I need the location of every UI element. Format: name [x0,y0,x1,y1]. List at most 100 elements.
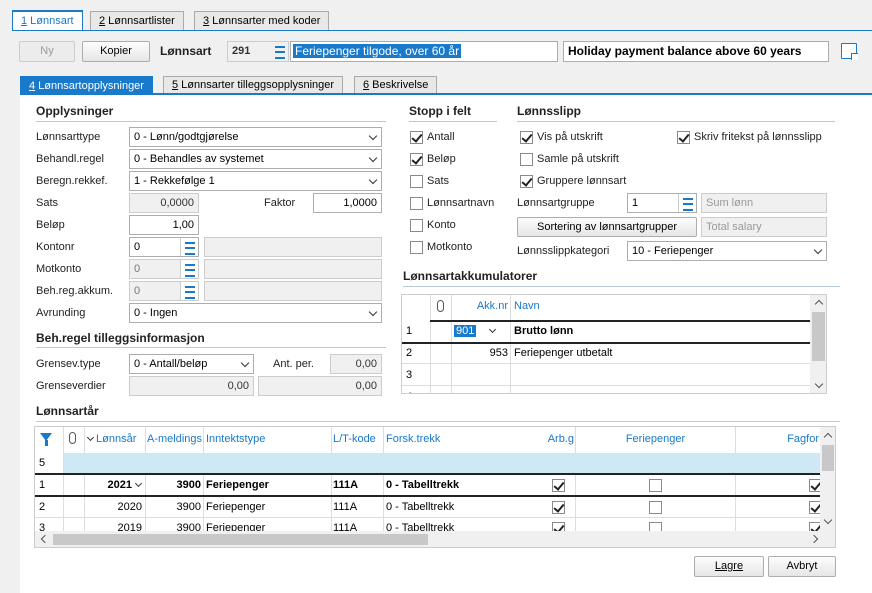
grenseverdier-label: Grenseverdier [36,380,106,392]
grid-line [510,295,511,393]
col-navn[interactable]: Navn [514,296,714,316]
vis-pa-utskrift-checkbox[interactable] [520,131,533,144]
akknr-cell[interactable]: 901 [454,321,508,341]
skriv-fritekst-checkbox[interactable] [677,131,690,144]
lonnsarar-table[interactable]: Lønnsår A-meldings Inntektstype L/T-kode… [34,426,836,548]
tab-lonnsartopplysninger[interactable]: 4 Lønnsartopplysninger [20,76,153,94]
forsk-cell: 0 - Tabelltrekk [386,479,460,491]
grid-line [203,427,204,531]
tab-lonnsarter-med-koder[interactable]: 3 Lønnsarter med koder [194,11,330,31]
lonnsart-name-field[interactable]: Feriepenger tilgode, over 60 år [290,41,558,62]
stopp-label: Sats [427,175,450,187]
stopp-sats-checkbox[interactable] [410,175,423,188]
beregn-label: Beregn.rekkef. [36,175,108,187]
scroll-left-icon[interactable] [40,534,50,544]
col-lonnsar[interactable]: Lønnsår [86,429,144,449]
behreg-lookup-icon[interactable] [180,282,198,300]
tab-underline [12,30,872,31]
lonnsslippkategori-select[interactable]: 10 - Feriepenger [627,241,827,261]
lonnsarar-hscrollbar[interactable] [35,531,835,547]
col-akknr[interactable]: Akk.nr [454,296,508,316]
tab-beskrivelse[interactable]: 6 Beskrivelse [354,76,438,94]
new-button[interactable]: Ny [19,41,75,62]
vis-pa-utskrift-label: Vis på utskrift [537,131,603,143]
feriepenger-checkbox[interactable] [649,479,662,492]
col-lt-kode[interactable]: L/T-kode [333,429,383,449]
arbg-checkbox[interactable] [552,501,565,514]
stopp-label: Konto [427,219,456,231]
sum-lonn-field: Sum lønn [701,193,827,213]
tab-tilleggsopplysninger[interactable]: 5 Lønnsarter tilleggsopplysninger [163,76,344,94]
save-button[interactable]: Lagre [694,556,764,577]
cancel-button[interactable]: Avbryt [768,556,836,577]
tab-lonnsartlister[interactable]: 2 Lønnsartlister [90,11,184,31]
col-fagfor[interactable]: Fagfor [737,429,819,449]
grensev-select[interactable]: 0 - Antall/beløp [129,354,254,374]
sortering-button[interactable]: Sortering av lønnsartgrupper [517,217,697,237]
behandl-select[interactable]: 0 - Behandles av systemet [129,149,382,169]
antper-field[interactable]: 0,00 [330,354,382,374]
save-label: Lagre [714,560,744,572]
stopp-antall-checkbox[interactable] [410,131,423,144]
faktor-field[interactable]: 1,0000 [313,193,382,213]
section-divider [517,121,835,122]
lonnsarttype-label: Lønnsarttype [36,131,101,143]
skriv-fritekst-label: Skriv fritekst på lønnsslipp [694,131,822,143]
motkonto-lookup-icon[interactable] [180,260,198,278]
feriepenger-checkbox[interactable] [649,501,662,514]
col-ameldings[interactable]: A-meldings [147,429,203,449]
akkumulator-table[interactable]: Akk.nr Navn 1 901 Brutto lønn 2 953 Feri… [401,294,827,394]
gruppere-lonnsart-checkbox[interactable] [520,175,533,188]
stopp-lonnsartnavn-checkbox[interactable] [410,197,423,210]
lonnsarttype-select[interactable]: 0 - Lønn/godtgjørelse [129,127,382,147]
grenseverdi-2-field[interactable]: 0,00 [258,376,382,396]
scroll-thumb[interactable] [822,445,834,471]
grenseverdi-1-field[interactable]: 0,00 [129,376,254,396]
akkumulator-scrollbar[interactable] [810,295,826,393]
grid-line [145,427,146,531]
akknr-cell[interactable]: 953 [454,343,508,363]
avrunding-select[interactable]: 0 - Ingen [129,303,382,323]
chevron-down-icon[interactable] [489,325,497,334]
scroll-up-icon[interactable] [814,299,824,309]
col-arbg[interactable]: Arb.g [535,429,574,449]
avrunding-label: Avrunding [36,307,86,319]
note-icon[interactable] [841,43,858,60]
akknr-value: 901 [454,325,477,337]
chevron-down-icon[interactable] [134,479,143,488]
scroll-thumb[interactable] [53,534,428,545]
antper-label: Ant. per. [273,358,314,370]
grensev-label: Grensev.type [36,358,101,370]
section-divider [403,286,840,287]
english-name-field[interactable]: Holiday payment balance above 60 years [563,41,829,62]
filter-icon[interactable] [40,433,52,446]
year-cell[interactable]: 2020 [86,497,142,517]
new-row[interactable] [64,453,820,473]
grid-line [63,427,64,531]
scroll-up-icon[interactable] [823,432,833,442]
lonnsarar-vscrollbar[interactable] [820,427,835,531]
lookup-grid-icon[interactable] [271,42,289,61]
scroll-right-icon[interactable] [809,534,819,544]
lonnsartgruppe-lookup-icon[interactable] [678,194,696,212]
tab-label: Lønnsartopplysninger [35,80,144,92]
beregn-select[interactable]: 1 - Rekkefølge 1 [129,171,382,191]
col-forsk-trekk[interactable]: Forsk.trekk [386,429,536,449]
section-divider [409,121,497,122]
copy-button[interactable]: Kopier [82,41,150,62]
tab-lonnsart[interactable]: 1 Lønnsart [12,10,83,31]
scroll-down-icon[interactable] [823,515,833,525]
col-feriepenger[interactable]: Feriepenger [576,429,735,449]
stopp-belop-checkbox[interactable] [410,153,423,166]
belop-field[interactable]: 1,00 [129,215,199,235]
arbg-checkbox[interactable] [552,479,565,492]
year-cell[interactable]: 2021 [86,475,144,495]
col-inntektstype[interactable]: Inntektstype [206,429,326,449]
kontonr-lookup-icon[interactable] [180,238,198,256]
sats-field[interactable]: 0,0000 [129,193,199,213]
stopp-konto-checkbox[interactable] [410,219,423,232]
scroll-down-icon[interactable] [814,379,824,389]
samle-pa-utskrift-checkbox[interactable] [520,153,533,166]
scroll-thumb[interactable] [812,312,825,361]
stopp-motkonto-checkbox[interactable] [410,241,423,254]
